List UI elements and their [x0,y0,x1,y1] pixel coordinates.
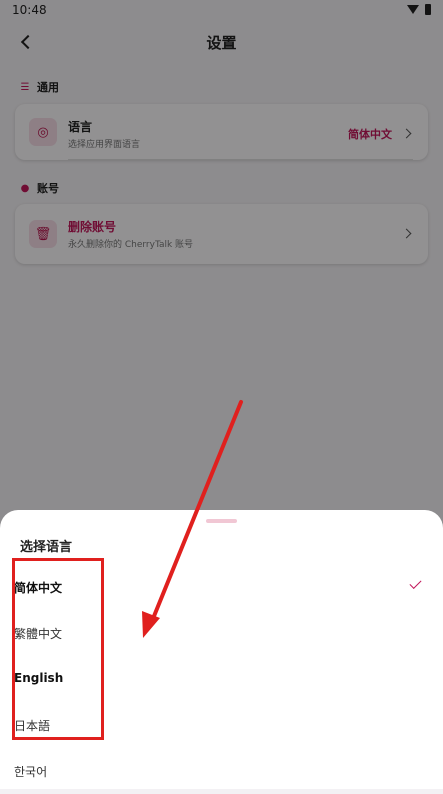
drag-handle[interactable] [206,519,237,523]
checkmark-icon [409,576,422,590]
option-label: 한국어 [14,765,48,779]
annotation-highlight-box [12,558,104,740]
sheet-title: 选择语言 [20,540,73,555]
language-option-korean[interactable]: 한국어 [0,750,443,794]
